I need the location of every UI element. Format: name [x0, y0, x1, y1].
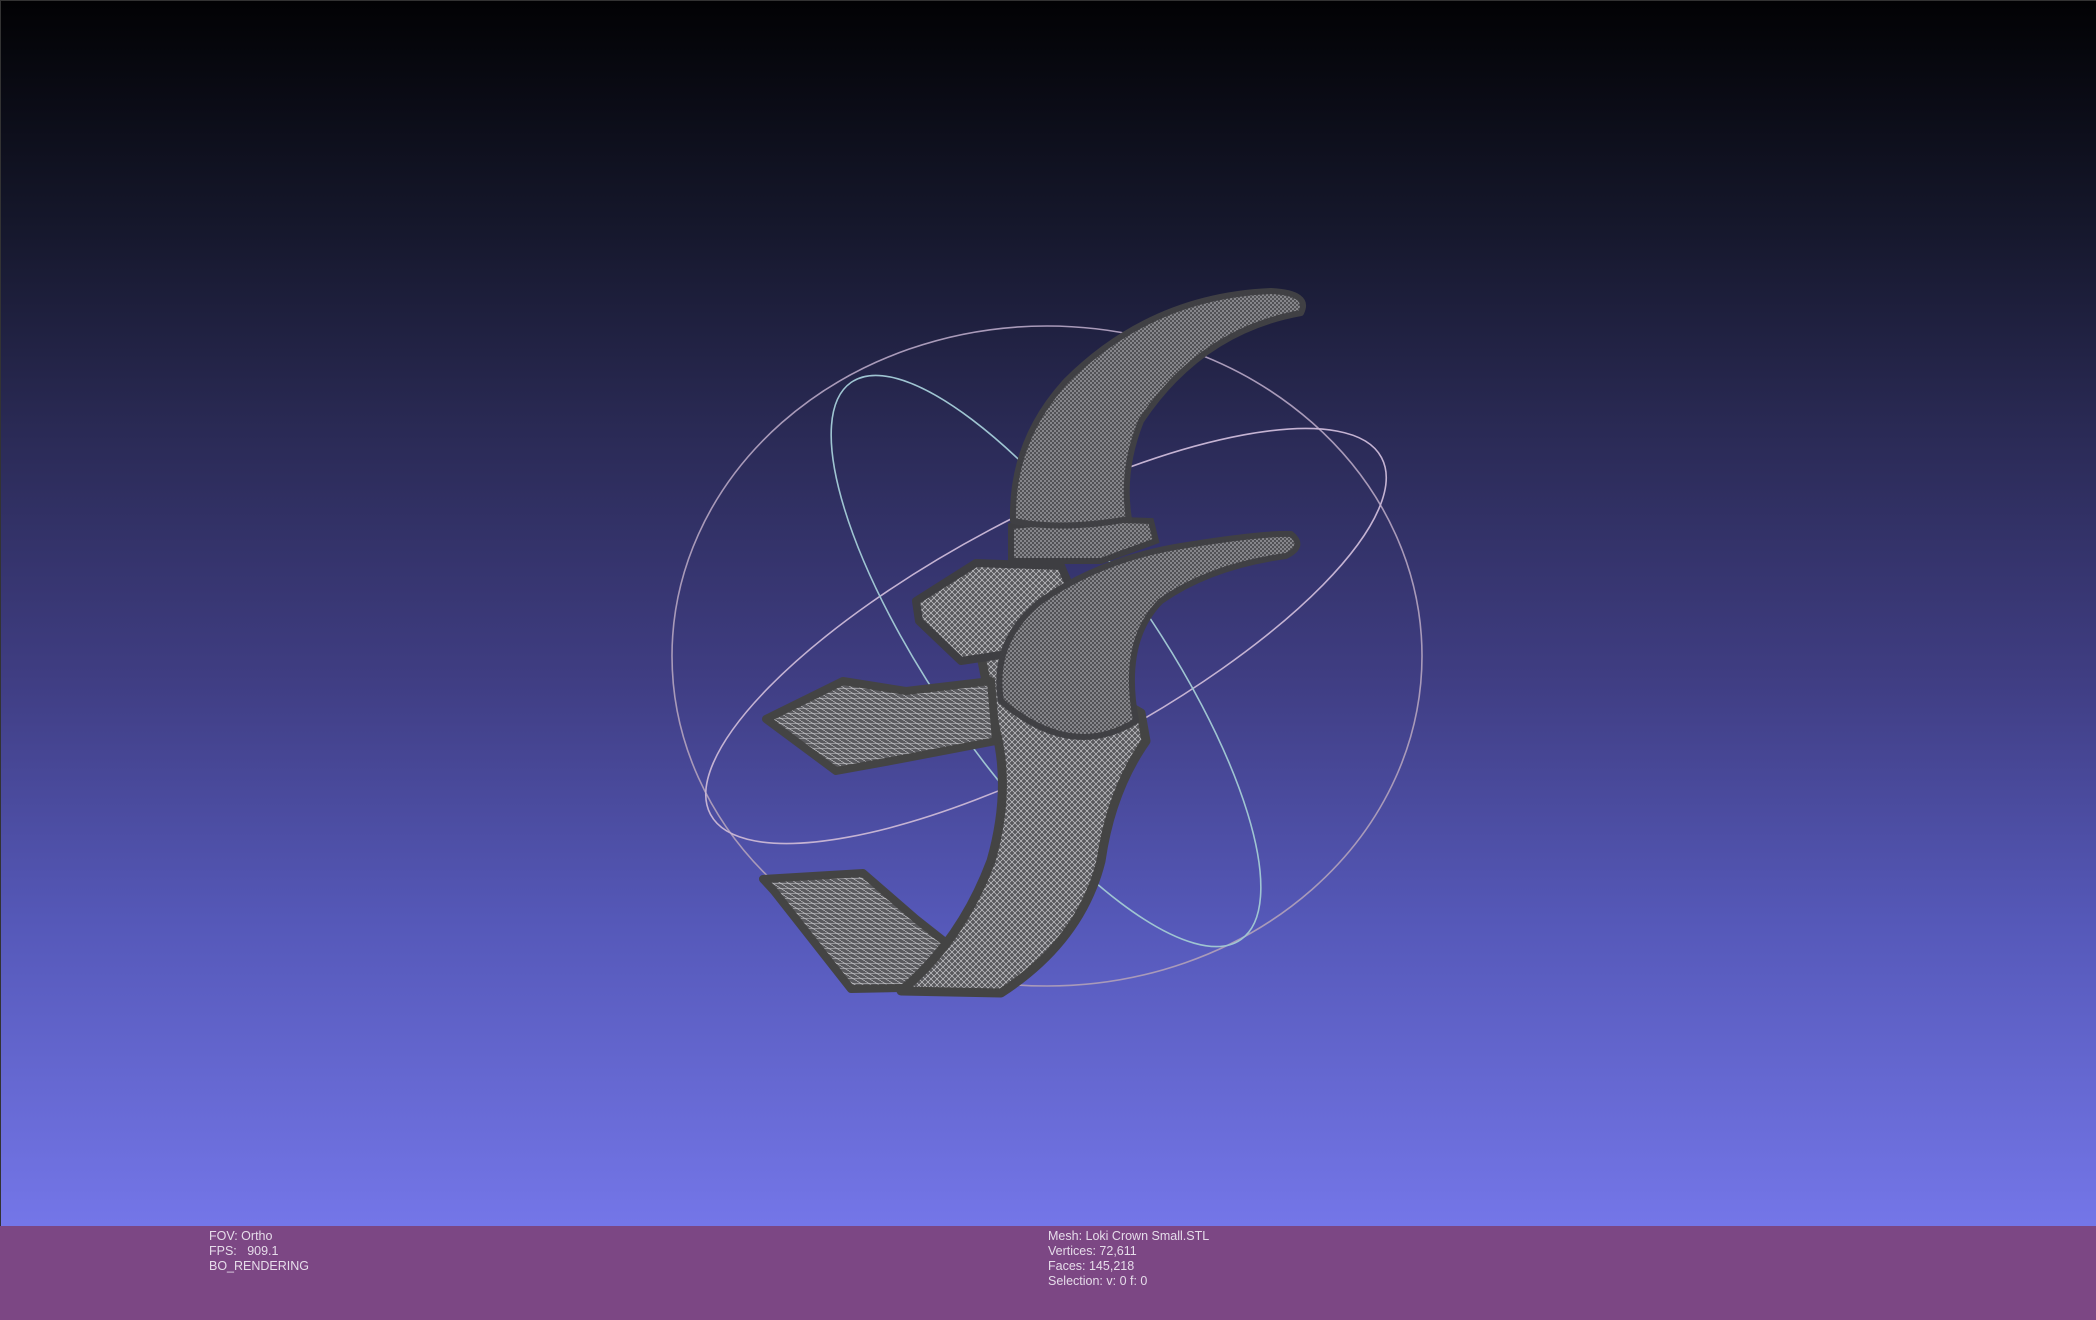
- status-left-panel: FOV: Ortho FPS: 909.1 BO_RENDERING: [209, 1229, 309, 1274]
- fps-label: FPS: 909.1: [209, 1244, 279, 1258]
- selection-label: Selection: v: 0 f: 0: [1048, 1274, 1148, 1288]
- status-bar: FOV: Ortho FPS: 909.1 BO_RENDERING Mesh:…: [0, 1226, 2096, 1320]
- fov-label: FOV: Ortho: [209, 1229, 273, 1243]
- render-mode-label: BO_RENDERING: [209, 1259, 310, 1273]
- 3d-viewport[interactable]: [0, 0, 2096, 1226]
- mesh-upper-tab: [762, 677, 1000, 775]
- status-right-panel: Mesh: Loki Crown Small.STL Vertices: 72,…: [1048, 1229, 1209, 1289]
- vertices-count-label: Vertices: 72,611: [1048, 1244, 1137, 1258]
- mesh-name-label: Mesh: Loki Crown Small.STL: [1048, 1229, 1210, 1243]
- faces-count-label: Faces: 145,218: [1048, 1259, 1135, 1273]
- mesh-scene[interactable]: [1, 1, 2096, 1226]
